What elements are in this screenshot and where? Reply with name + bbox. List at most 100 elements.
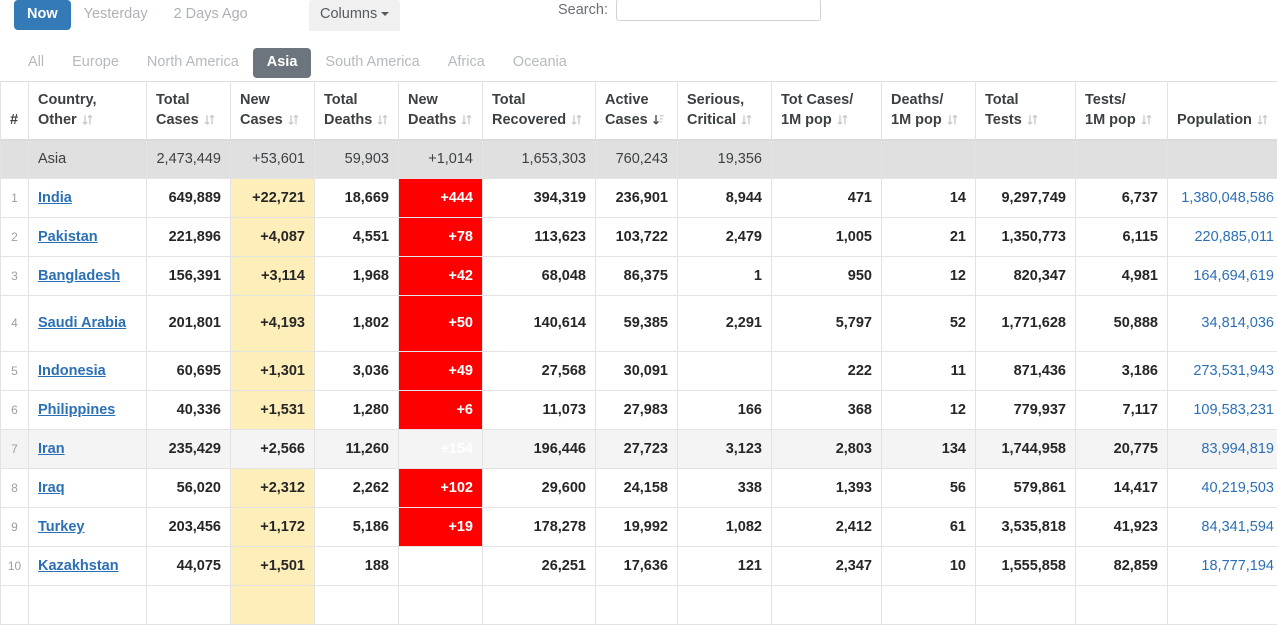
cell-population: 40,219,503 bbox=[1168, 468, 1277, 507]
time-tab-2-days-ago[interactable]: 2 Days Ago bbox=[161, 0, 261, 30]
cell-new-cases: +1,501 bbox=[231, 546, 315, 585]
sort-both-icon[interactable] bbox=[837, 114, 848, 126]
table-row[interactable]: 3Bangladesh156,391+3,1141,968+4268,04886… bbox=[1, 256, 1277, 295]
column-header-line1: Tot Cases/ bbox=[781, 92, 853, 108]
cell-index: 2 bbox=[1, 217, 29, 256]
table-row[interactable]: 1India649,889+22,72118,669+444394,319236… bbox=[1, 178, 1277, 217]
column-header-index[interactable]: # bbox=[1, 82, 29, 141]
sort-both-icon[interactable] bbox=[288, 114, 299, 126]
country-link[interactable]: Bangladesh bbox=[38, 268, 120, 284]
table-row[interactable]: 8Iraq56,020+2,3122,262+10229,60024,15833… bbox=[1, 468, 1277, 507]
sort-both-icon[interactable] bbox=[82, 114, 93, 126]
continent-tab-oceania[interactable]: Oceania bbox=[499, 48, 581, 78]
cell-deaths-1m: 12 bbox=[882, 256, 976, 295]
column-header-total-tests[interactable]: TotalTests bbox=[976, 82, 1076, 141]
country-link[interactable]: Iraq bbox=[38, 480, 65, 496]
continent-tab-north-america[interactable]: North America bbox=[133, 48, 253, 78]
table-header: #Country,OtherTotalCasesNewCasesTotalDea… bbox=[1, 82, 1277, 141]
cell-active-cases: 19,992 bbox=[596, 507, 678, 546]
cell-active-cases: 24,158 bbox=[596, 468, 678, 507]
column-header-line2: Tests bbox=[985, 112, 1022, 128]
chevron-down-icon bbox=[381, 12, 389, 16]
cell-tot-cases-1m: 5,797 bbox=[772, 295, 882, 351]
cell-tot-cases-1m: 950 bbox=[772, 256, 882, 295]
column-header-serious-critical[interactable]: Serious,Critical bbox=[678, 82, 772, 141]
continent-tab-asia[interactable]: Asia bbox=[253, 48, 312, 78]
sort-descending-icon[interactable] bbox=[653, 114, 664, 126]
cell-tests-1m: 6,737 bbox=[1076, 178, 1168, 217]
sort-both-icon[interactable] bbox=[571, 114, 582, 126]
cell-total-tests: 820,347 bbox=[976, 256, 1076, 295]
country-link[interactable]: Turkey bbox=[38, 519, 84, 535]
continent-tab-europe[interactable]: Europe bbox=[58, 48, 133, 78]
country-link[interactable]: Pakistan bbox=[38, 229, 98, 245]
country-link[interactable]: Indonesia bbox=[38, 363, 106, 379]
country-link[interactable]: Saudi Arabia bbox=[38, 315, 126, 331]
cell-tot-cases-1m: 368 bbox=[772, 390, 882, 429]
sort-both-icon[interactable] bbox=[204, 114, 215, 126]
table-row[interactable]: 2Pakistan221,896+4,0874,551+78113,623103… bbox=[1, 217, 1277, 256]
sort-both-icon[interactable] bbox=[1257, 114, 1268, 126]
cell-total-tests: 1,350,773 bbox=[976, 217, 1076, 256]
column-header-tests-1m-pop[interactable]: Tests/1M pop bbox=[1076, 82, 1168, 141]
country-link[interactable]: Philippines bbox=[38, 402, 115, 418]
cell-tot-cases-1m: 2,803 bbox=[772, 429, 882, 468]
column-header-active-cases[interactable]: ActiveCases bbox=[596, 82, 678, 141]
columns-dropdown-button[interactable]: Columns bbox=[309, 0, 400, 31]
cell-total-deaths: 2,262 bbox=[315, 468, 399, 507]
table-row[interactable]: 7Iran235,429+2,56611,260+154196,44627,72… bbox=[1, 429, 1277, 468]
column-header-line2: Critical bbox=[687, 112, 736, 128]
sort-both-icon[interactable] bbox=[461, 114, 472, 126]
table-row-continent-total[interactable]: Asia2,473,449+53,60159,903+1,0141,653,30… bbox=[1, 140, 1277, 178]
cell-deaths-1m: 11 bbox=[882, 351, 976, 390]
time-tab-now[interactable]: Now bbox=[14, 0, 71, 30]
cell-serious-critical: 3,123 bbox=[678, 429, 772, 468]
cell-index: 5 bbox=[1, 351, 29, 390]
column-header-total-cases[interactable]: TotalCases bbox=[147, 82, 231, 141]
cell-total-deaths: 11,260 bbox=[315, 429, 399, 468]
table-row[interactable]: 10Kazakhstan44,075+1,50118826,25117,6361… bbox=[1, 546, 1277, 585]
column-header-new-cases[interactable]: NewCases bbox=[231, 82, 315, 141]
sort-both-icon[interactable] bbox=[377, 114, 388, 126]
cell-country: Iran bbox=[29, 429, 147, 468]
column-header-tot-cases-1m-pop[interactable]: Tot Cases/1M pop bbox=[772, 82, 882, 141]
cell-active-cases: 30,091 bbox=[596, 351, 678, 390]
column-header-total-deaths[interactable]: TotalDeaths bbox=[315, 82, 399, 141]
cell-total-deaths: 5,186 bbox=[315, 507, 399, 546]
column-header-country-other[interactable]: Country,Other bbox=[29, 82, 147, 141]
continent-tab-africa[interactable]: Africa bbox=[434, 48, 499, 78]
table-scroll-container[interactable]: #Country,OtherTotalCasesNewCasesTotalDea… bbox=[0, 81, 1277, 625]
table-row[interactable]: 6Philippines40,336+1,5311,280+611,07327,… bbox=[1, 390, 1277, 429]
search-input[interactable] bbox=[616, 0, 821, 21]
cell-serious-critical: 2,479 bbox=[678, 217, 772, 256]
time-tab-yesterday[interactable]: Yesterday bbox=[71, 0, 161, 30]
column-header-new-deaths[interactable]: NewDeaths bbox=[399, 82, 483, 141]
sort-both-icon[interactable] bbox=[1141, 114, 1152, 126]
cell-new-deaths: +444 bbox=[399, 178, 483, 217]
column-header-line2: Cases bbox=[240, 112, 283, 128]
cell-tests-1m: 3,186 bbox=[1076, 351, 1168, 390]
cell-total-cases: 60,695 bbox=[147, 351, 231, 390]
column-header-line2: Recovered bbox=[492, 112, 566, 128]
country-link[interactable]: Kazakhstan bbox=[38, 558, 119, 574]
cell-population: 1,380,048,586 bbox=[1168, 178, 1277, 217]
table-row[interactable]: 5Indonesia60,695+1,3013,036+4927,56830,0… bbox=[1, 351, 1277, 390]
column-header-total-recovered[interactable]: TotalRecovered bbox=[483, 82, 596, 141]
cell-population: 109,583,231 bbox=[1168, 390, 1277, 429]
column-header-population[interactable]: Population bbox=[1168, 82, 1277, 141]
sort-both-icon[interactable] bbox=[947, 114, 958, 126]
continent-tab-all[interactable]: All bbox=[14, 48, 58, 78]
table-row[interactable]: 9Turkey203,456+1,1725,186+19178,27819,99… bbox=[1, 507, 1277, 546]
country-link[interactable]: Iran bbox=[38, 441, 65, 457]
cell-new-cases: +3,114 bbox=[231, 256, 315, 295]
sort-both-icon[interactable] bbox=[741, 114, 752, 126]
country-link[interactable]: India bbox=[38, 190, 72, 206]
column-header-deaths-1m-pop[interactable]: Deaths/1M pop bbox=[882, 82, 976, 141]
cell-total-tests bbox=[976, 140, 1076, 178]
table-row[interactable]: 4Saudi Arabia201,801+4,1931,802+50140,61… bbox=[1, 295, 1277, 351]
cell-population: 83,994,819 bbox=[1168, 429, 1277, 468]
continent-tab-south-america[interactable]: South America bbox=[311, 48, 433, 78]
cell-new-deaths: +49 bbox=[399, 351, 483, 390]
sort-both-icon[interactable] bbox=[1027, 114, 1038, 126]
cell-total-deaths: 18,669 bbox=[315, 178, 399, 217]
